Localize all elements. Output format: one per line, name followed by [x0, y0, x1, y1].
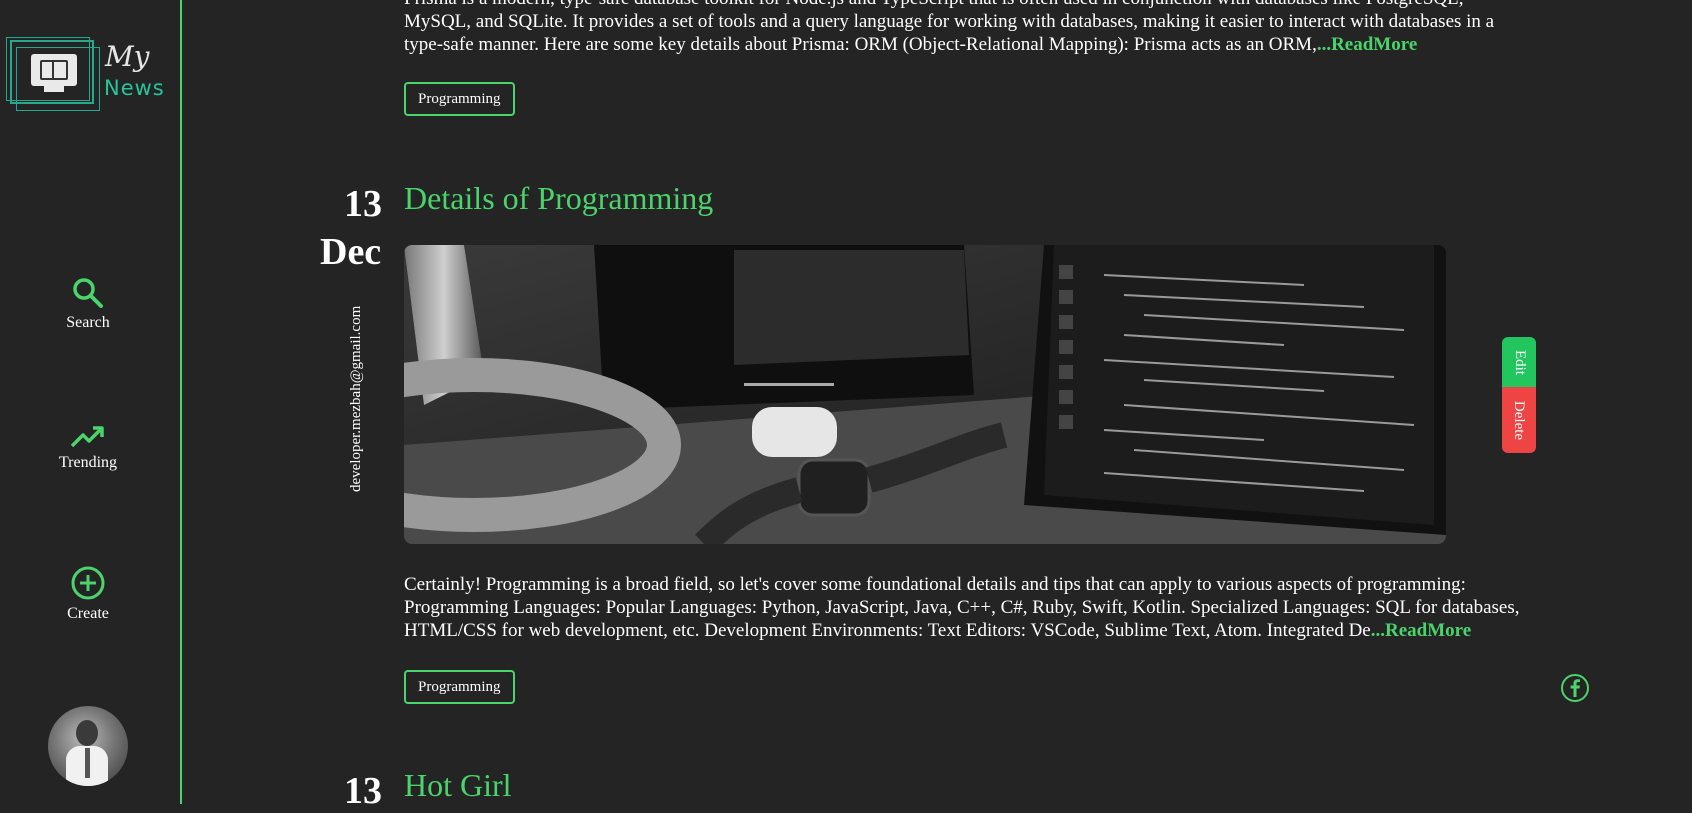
excerpt-line: HTML/CSS for web development, etc. Devel…	[404, 619, 1692, 642]
delete-button-label: Delete	[1511, 400, 1528, 440]
read-more-link[interactable]: ...ReadMore	[1371, 620, 1471, 641]
excerpt-text: HTML/CSS for web development, etc. Devel…	[404, 620, 1371, 641]
read-more-link[interactable]: ...ReadMore	[1317, 34, 1417, 55]
post-actions: Edit Delete	[1502, 337, 1536, 453]
avatar-figure-tie	[85, 748, 90, 778]
edit-button[interactable]: Edit	[1502, 337, 1536, 387]
avatar[interactable]	[48, 706, 128, 786]
post-date-day: 13	[344, 770, 382, 812]
post-excerpt: Certainly! Programming is a broad field,…	[404, 573, 1692, 642]
excerpt-line: Certainly! Programming is a broad field,…	[404, 574, 1466, 595]
post-date-month: Dec	[320, 231, 382, 273]
monitor-stand	[44, 86, 64, 92]
excerpt-line: Programming Languages: Popular Languages…	[404, 597, 1520, 618]
logo-text-my: My	[105, 40, 150, 73]
tag-chip[interactable]: Programming	[404, 82, 515, 116]
post-feed: Prisma is a modern, type-safe database t…	[184, 0, 1692, 812]
avatar-figure-head	[76, 720, 98, 746]
post-excerpt: Prisma is a modern, type-safe database t…	[404, 0, 1644, 56]
post-date-day: 13	[344, 183, 382, 225]
book-icon	[40, 60, 68, 80]
search-icon	[73, 278, 103, 308]
sidebar-item-create[interactable]: Create	[0, 565, 176, 623]
excerpt-text: type-safe manner. Here are some key deta…	[404, 34, 1317, 55]
sidebar-item-label: Search	[66, 314, 110, 331]
post-title[interactable]: Details of Programming	[404, 180, 713, 217]
sidebar-item-label: Trending	[58, 454, 118, 471]
sidebar-item-label: Create	[67, 605, 109, 622]
edit-button-label: Edit	[1511, 349, 1528, 375]
trending-icon	[70, 426, 104, 448]
sidebar-item-search[interactable]: Search	[0, 276, 176, 332]
excerpt-line: Prisma is a modern, type-safe database t…	[404, 0, 1644, 10]
workspace-photo	[404, 245, 1446, 544]
logo-frame	[6, 37, 100, 111]
logo-text-news: News	[104, 76, 165, 100]
logo[interactable]: My News	[6, 36, 168, 111]
monitor-icon	[31, 54, 77, 86]
author-email: developer.mezbah@gmail.com	[348, 305, 364, 492]
tag-chip[interactable]: Programming	[404, 670, 515, 704]
facebook-icon[interactable]	[1560, 673, 1590, 703]
post-title[interactable]: Hot Girl	[404, 767, 512, 804]
delete-button[interactable]: Delete	[1502, 387, 1536, 453]
sidebar-item-trending[interactable]: Trending	[0, 424, 176, 472]
sidebar: My News Search Trending Create	[0, 0, 182, 804]
plus-circle-icon	[71, 566, 105, 600]
post-image	[404, 245, 1446, 544]
excerpt-line: MySQL, and SQLite. It provides a set of …	[404, 11, 1495, 32]
excerpt-line: type-safe manner. Here are some key deta…	[404, 33, 1644, 56]
